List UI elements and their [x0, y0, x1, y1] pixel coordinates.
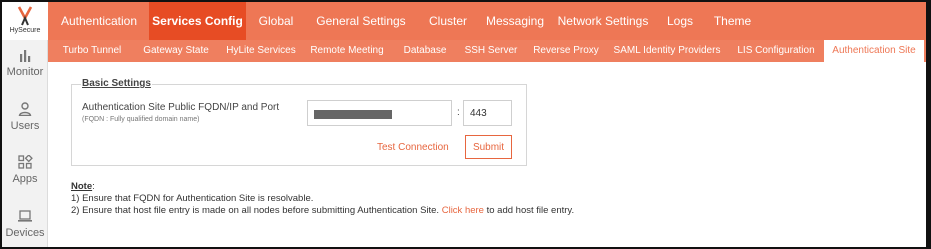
subtab-ssh-server[interactable]: SSH Server [459, 40, 523, 62]
sidebar-item-label: Devices [5, 227, 45, 239]
left-sidebar: HySecure Monitor Users Apps Devices [2, 2, 48, 247]
sidebar-item-monitor[interactable]: Monitor [2, 48, 48, 78]
subtab-authentication-site[interactable]: Authentication Site [824, 40, 924, 62]
basic-settings-panel: Basic Settings Authentication Site Publi… [71, 78, 527, 166]
sidebar-item-label: Apps [12, 173, 38, 185]
sidebar-item-apps[interactable]: Apps [2, 155, 48, 185]
port-separator: : [457, 107, 460, 118]
panel-title: Basic Settings [81, 78, 152, 89]
subtab-remote-meeting[interactable]: Remote Meeting [304, 40, 390, 62]
note-colon: : [92, 181, 95, 192]
redacted-value [314, 110, 392, 119]
brand-name: HySecure [9, 27, 41, 34]
test-connection-link[interactable]: Test Connection [377, 142, 449, 153]
sidebar-item-devices[interactable]: Devices [2, 209, 48, 239]
subtab-database[interactable]: Database [396, 40, 454, 62]
note-line-2-suffix: to add host file entry. [486, 205, 575, 216]
tab-network-settings[interactable]: Network Settings [554, 2, 652, 40]
fqdn-input[interactable] [307, 100, 452, 126]
fqdn-field-label: Authentication Site Public FQDN/IP and P… [82, 102, 280, 113]
subtab-hylite-services[interactable]: HyLite Services [218, 40, 304, 62]
subtab-saml-identity-providers[interactable]: SAML Identity Providers [610, 40, 724, 62]
note-line-1: 1) Ensure that FQDN for Authentication S… [71, 193, 314, 204]
subtab-turbo-tunnel[interactable]: Turbo Tunnel [52, 40, 132, 62]
tab-authentication[interactable]: Authentication [52, 2, 146, 40]
tab-messaging[interactable]: Messaging [475, 2, 555, 40]
hysecure-logo[interactable]: HySecure [2, 2, 48, 40]
submit-button[interactable]: Submit [465, 135, 512, 159]
tab-services-config[interactable]: Services Config [149, 2, 246, 40]
bar-chart-icon [20, 50, 31, 62]
tab-theme[interactable]: Theme [709, 2, 756, 40]
tab-general-settings[interactable]: General Settings [310, 2, 412, 40]
app-frame: HySecure Monitor Users Apps Devices Auth… [0, 0, 931, 249]
sidebar-item-label: Users [10, 120, 40, 132]
logo-icon [17, 6, 33, 26]
note-heading: Note: [71, 181, 574, 193]
subtab-gateway-state[interactable]: Gateway State [134, 40, 218, 62]
sidebar-item-users[interactable]: Users [2, 102, 48, 132]
laptop-icon [18, 210, 32, 222]
subtab-lis-configuration[interactable]: LIS Configuration [733, 40, 819, 62]
subtab-reverse-proxy[interactable]: Reverse Proxy [528, 40, 604, 62]
note-line-2: 2) Ensure that host file entry is made o… [71, 205, 574, 217]
sub-navigation: Turbo Tunnel Gateway State HyLite Servic… [48, 40, 926, 62]
tab-global[interactable]: Global [251, 2, 301, 40]
sidebar-item-label: Monitor [6, 66, 44, 78]
tab-logs[interactable]: Logs [660, 2, 700, 40]
fqdn-help-text: (FQDN : Fully qualified domain name) [82, 116, 200, 123]
top-navigation: Authentication Services Config Global Ge… [48, 2, 926, 40]
click-here-link[interactable]: Click here [442, 205, 484, 216]
user-icon [18, 102, 32, 116]
apps-grid-icon [18, 155, 33, 169]
tab-cluster[interactable]: Cluster [417, 2, 479, 40]
note-line-2-text: 2) Ensure that host file entry is made o… [71, 205, 440, 216]
note-title: Note [71, 181, 93, 192]
notes-section: Note: 1) Ensure that FQDN for Authentica… [71, 181, 574, 217]
port-input[interactable] [463, 100, 512, 126]
